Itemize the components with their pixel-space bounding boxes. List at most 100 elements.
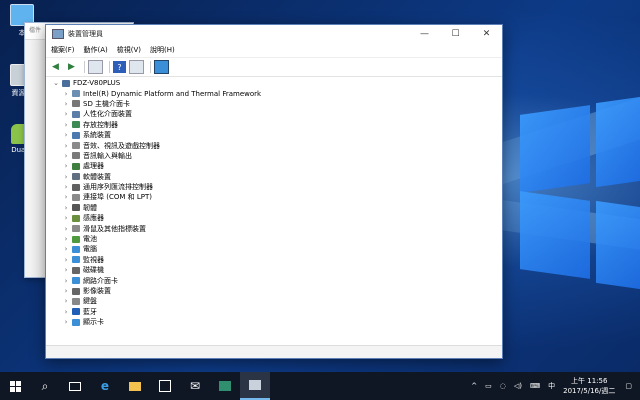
chevron-right-icon[interactable]: › (62, 245, 70, 253)
tree-item-label: 電池 (83, 235, 97, 244)
tree-item[interactable]: › 系統裝置 (46, 130, 502, 140)
chevron-right-icon[interactable]: › (62, 152, 70, 160)
chevron-right-icon[interactable]: › (62, 214, 70, 222)
device-tree[interactable]: ⌄ FDZ-V80PLUS › Intel(R) Dynamic Platform… (46, 76, 502, 346)
chevron-right-icon[interactable]: › (62, 193, 70, 201)
device-category-icon (72, 277, 80, 285)
chevron-right-icon[interactable]: › (62, 297, 70, 305)
monitor-icon[interactable] (154, 60, 169, 74)
tree-item[interactable]: › 電腦 (46, 244, 502, 254)
tree-item[interactable]: › 連接埠 (COM 和 LPT) (46, 192, 502, 202)
volume-icon[interactable]: ◁) (514, 382, 522, 390)
chevron-right-icon[interactable]: › (62, 235, 70, 243)
forward-arrow-icon[interactable]: ▶ (65, 61, 78, 73)
tree-item[interactable]: › 鍵盤 (46, 296, 502, 306)
tree-item-label: 音效、視訊及遊戲控制器 (83, 141, 160, 150)
chevron-right-icon[interactable]: › (62, 131, 70, 139)
chevron-right-icon[interactable]: › (62, 266, 70, 274)
network-icon[interactable]: ◌ (500, 382, 506, 390)
chevron-right-icon[interactable]: › (62, 183, 70, 191)
tree-item[interactable]: › 顯示卡 (46, 317, 502, 327)
battery-icon[interactable]: ▭ (485, 382, 492, 390)
device-category-icon (72, 308, 80, 316)
windows-logo-pane (596, 200, 640, 290)
tree-item[interactable]: › 韌體 (46, 203, 502, 213)
device-category-icon (72, 297, 80, 305)
tree-root[interactable]: ⌄ FDZ-V80PLUS (46, 78, 502, 88)
tree-item[interactable]: › 通用序列匯流排控制器 (46, 182, 502, 192)
tree-item[interactable]: › 音訊輸入與輸出 (46, 151, 502, 161)
tree-item[interactable]: › 磁碟機 (46, 265, 502, 275)
maximize-button[interactable]: ☐ (440, 25, 471, 43)
chevron-right-icon[interactable]: › (62, 173, 70, 181)
device-category-icon (72, 100, 80, 108)
tree-item[interactable]: › 電池 (46, 234, 502, 244)
minimize-button[interactable]: — (409, 25, 440, 43)
keyboard-icon[interactable]: ⌨ (530, 382, 540, 390)
tree-item[interactable]: › 人性化介面裝置 (46, 109, 502, 119)
device-manager-taskbar-button[interactable] (240, 372, 270, 400)
toolbar: ◀ ▶ ? (46, 58, 502, 77)
device-category-icon (72, 318, 80, 326)
edge-button[interactable]: e (90, 372, 120, 400)
chevron-right-icon[interactable]: › (62, 318, 70, 326)
search-icon: ⌕ (41, 378, 49, 393)
tree-item[interactable]: › SD 主機介面卡 (46, 99, 502, 109)
tree-item[interactable]: › 藍牙 (46, 307, 502, 317)
window-titlebar[interactable]: 裝置管理員 — ☐ ✕ (46, 25, 502, 43)
chevron-right-icon[interactable]: › (62, 256, 70, 264)
app-button[interactable] (210, 372, 240, 400)
properties-icon[interactable] (88, 60, 103, 74)
task-view-button[interactable] (60, 372, 90, 400)
tree-item[interactable]: › Intel(R) Dynamic Platform and Thermal F… (46, 88, 502, 98)
tree-item[interactable]: › 感應器 (46, 213, 502, 223)
chevron-right-icon[interactable]: › (62, 277, 70, 285)
tree-item[interactable]: › 監視器 (46, 255, 502, 265)
menu-view[interactable]: 檢視(V) (117, 45, 141, 55)
chevron-right-icon[interactable]: › (62, 142, 70, 150)
chevron-right-icon[interactable]: › (62, 308, 70, 316)
notification-icon[interactable]: ▢ (625, 382, 632, 390)
tree-item[interactable]: › 軟體裝置 (46, 172, 502, 182)
menu-file[interactable]: 檔案(F) (51, 45, 75, 55)
tree-item-label: 音訊輸入與輸出 (83, 151, 132, 160)
chevron-right-icon[interactable]: › (62, 204, 70, 212)
start-button[interactable] (0, 372, 30, 400)
tree-item-label: 存放控制器 (83, 120, 118, 129)
clock[interactable]: 上午 11:56 2017/5/16/週二 (563, 376, 615, 396)
windows-logo-pane (520, 105, 590, 193)
tree-item[interactable]: › 音效、視訊及遊戲控制器 (46, 140, 502, 150)
clock-time: 上午 11:56 (571, 377, 608, 385)
tree-item[interactable]: › 網路介面卡 (46, 275, 502, 285)
chevron-right-icon[interactable]: › (62, 100, 70, 108)
chevron-right-icon[interactable]: › (62, 225, 70, 233)
tree-item[interactable]: › 滑鼠及其他指標裝置 (46, 223, 502, 233)
close-button[interactable]: ✕ (471, 25, 502, 43)
tree-item[interactable]: › 存放控制器 (46, 120, 502, 130)
tree-item-label: 感應器 (83, 214, 104, 223)
clock-date: 2017/5/16/週二 (563, 387, 616, 395)
tree-item[interactable]: › 影像裝置 (46, 286, 502, 296)
menu-help[interactable]: 說明(H) (150, 45, 175, 55)
file-explorer-button[interactable] (120, 372, 150, 400)
chevron-up-icon[interactable]: ^ (471, 382, 477, 390)
chevron-right-icon[interactable]: › (62, 162, 70, 170)
device-category-icon (72, 266, 80, 274)
chevron-right-icon[interactable]: › (62, 287, 70, 295)
device-manager-window[interactable]: 裝置管理員 — ☐ ✕ 檔案(F) 動作(A) 檢視(V) 說明(H) ◀ ▶ … (45, 24, 503, 359)
mail-button[interactable]: ✉ (180, 372, 210, 400)
device-category-icon (72, 214, 80, 222)
toolbar-divider (150, 61, 151, 73)
chevron-right-icon[interactable]: › (62, 110, 70, 118)
device-view-icon[interactable] (129, 60, 144, 74)
search-button[interactable]: ⌕ (30, 372, 60, 400)
chevron-down-icon[interactable]: ⌄ (52, 79, 60, 87)
back-arrow-icon[interactable]: ◀ (49, 61, 62, 73)
tree-item[interactable]: › 處理器 (46, 161, 502, 171)
chevron-right-icon[interactable]: › (62, 90, 70, 98)
help-icon[interactable]: ? (113, 61, 126, 73)
store-button[interactable] (150, 372, 180, 400)
ime-indicator[interactable]: 中 (548, 381, 555, 391)
menu-action[interactable]: 動作(A) (84, 45, 108, 55)
chevron-right-icon[interactable]: › (62, 121, 70, 129)
